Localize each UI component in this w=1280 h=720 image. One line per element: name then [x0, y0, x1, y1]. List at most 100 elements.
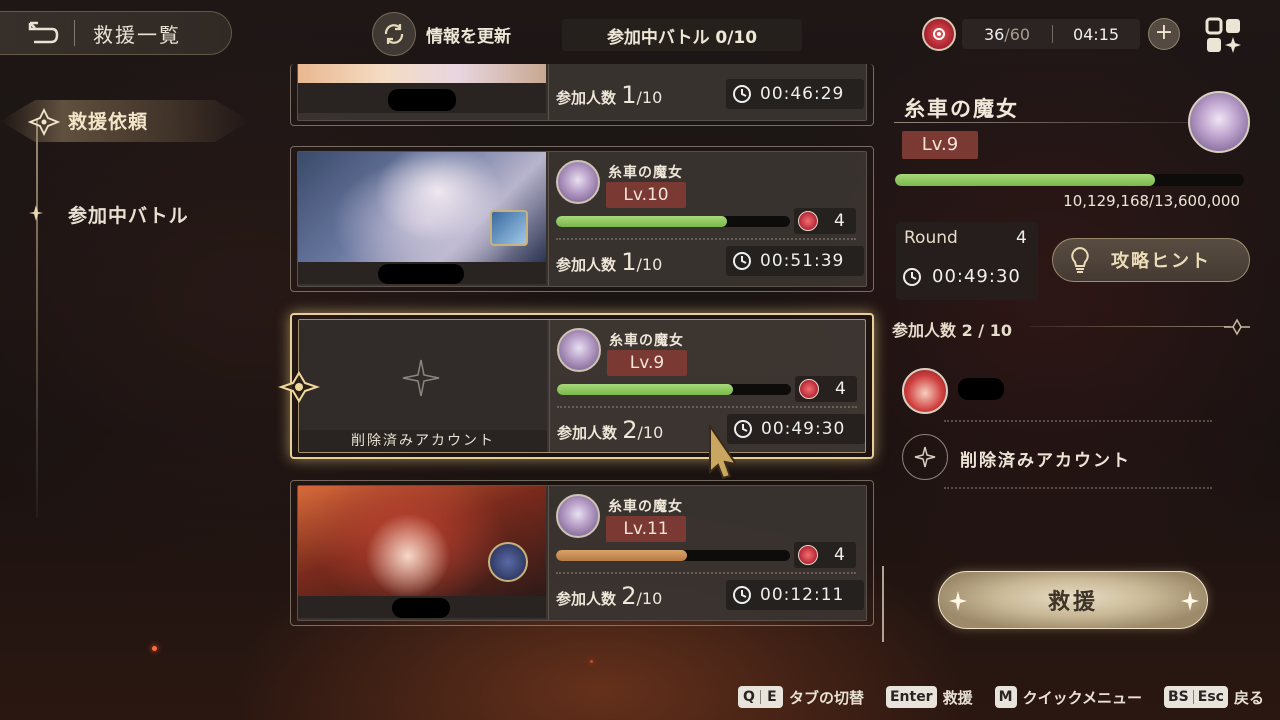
level-badge: Lv.11 [606, 516, 686, 542]
owner-name: 削除済みアカウント [299, 430, 547, 452]
detail-hp-bar-fill [895, 174, 1155, 186]
level-badge: Lv.9 [607, 350, 687, 376]
boss-avatar [557, 328, 601, 372]
hp-bar-fill [556, 550, 688, 561]
list-scrollbar[interactable] [882, 566, 884, 642]
redacted-name [392, 598, 450, 618]
hint-switch-tab: QE タブの切替 [737, 686, 864, 708]
key-q: Q [743, 689, 755, 705]
active-ornament-icon [28, 108, 60, 136]
participant-name: 削除済みアカウント [960, 451, 1131, 471]
stamina-value: 36/60 [983, 24, 1031, 44]
ember-particle [590, 660, 593, 663]
clock-icon [733, 252, 751, 270]
battle-timer: 00:46:29 [726, 79, 864, 109]
divider [894, 122, 1194, 123]
nav-rail [36, 118, 38, 518]
detail-boss-name: 糸車の魔女 [904, 97, 1019, 121]
round-counter: 4 [794, 542, 856, 568]
round-value: 4 [1016, 228, 1027, 248]
refresh-label[interactable]: 情報を更新 [426, 22, 511, 47]
refresh-button[interactable] [372, 12, 416, 56]
lightbulb-icon [1071, 246, 1089, 273]
cursor-icon [709, 424, 739, 480]
sparkle-icon [949, 591, 967, 611]
deleted-account-avatar[interactable] [902, 434, 948, 480]
participant-avatar[interactable] [902, 368, 948, 414]
battle-card[interactable]: 糸車の魔女 Lv.10 4 参加人数 1/10 00:51:39 [290, 146, 874, 292]
sidebar-item-active-battles[interactable]: 参加中バトル [68, 201, 189, 228]
quick-menu-grid-icon[interactable] [1204, 16, 1244, 56]
level-badge: Lv.10 [606, 182, 686, 208]
refresh-control[interactable]: 情報を更新 [372, 12, 511, 56]
participants-count: 参加人数 1/10 [556, 81, 663, 109]
participants-count: 参加人数 2/10 [556, 582, 663, 610]
hp-bar [557, 384, 791, 395]
hp-bar [556, 216, 790, 227]
boss-name: 糸車の魔女 [608, 165, 683, 181]
round-icon [798, 545, 818, 565]
empty-portrait [299, 320, 547, 430]
element-badge-icon [490, 210, 528, 246]
boss-name: 糸車の魔女 [609, 333, 684, 349]
round-counter: 4 [794, 208, 856, 234]
raid-portrait [298, 64, 546, 83]
raid-portrait [298, 152, 546, 262]
divider [556, 238, 856, 240]
detail-boss-avatar [1188, 91, 1250, 153]
battle-timer: 00:12:11 [726, 580, 864, 610]
divider [549, 320, 550, 452]
battle-card[interactable]: 参加人数 1/10 00:46:29 [290, 64, 874, 126]
hint-label: 戻る [1233, 688, 1264, 707]
hint-back: BS Esc 戻る [1164, 686, 1264, 708]
back-button[interactable]: 救援一覧 [0, 11, 232, 55]
boss-avatar [556, 160, 600, 204]
divider [556, 572, 856, 574]
key-hints: QE タブの切替 Enter 救援 M クイックメニュー BS Esc 戻る [716, 686, 1264, 708]
divider [944, 420, 1212, 422]
divider [548, 486, 549, 620]
ember-particle [152, 646, 157, 651]
sparkle-icon [914, 446, 936, 468]
active-battles-counter: 参加中バトル 0/10 [562, 19, 802, 51]
detail-timer: 00:49:30 [902, 266, 1021, 287]
participants-count: 参加人数 2/10 [557, 416, 664, 444]
hp-bar [556, 550, 790, 561]
key-e: E [767, 689, 777, 705]
key-esc: Esc [1197, 689, 1224, 705]
hint-label: クイックメニュー [1022, 688, 1143, 707]
redacted-name [388, 89, 456, 111]
raid-portrait [298, 486, 546, 596]
divider [548, 152, 549, 286]
stamina-bar: 36/60 04:15 [962, 19, 1140, 49]
sidebar-item-rescue-requests[interactable]: 救援依頼 [68, 107, 148, 134]
participants-count: 参加人数 1/10 [556, 248, 663, 276]
key-enter: Enter [885, 686, 937, 708]
hint-label: タブの切替 [788, 688, 864, 707]
page-title: 救援一覧 [93, 22, 181, 47]
key-bs: BS [1168, 689, 1189, 705]
boss-name: 糸車の魔女 [608, 499, 683, 515]
key-m: M [994, 686, 1017, 708]
clock-icon [903, 267, 921, 286]
hint-rescue: Enter 救援 [885, 686, 973, 708]
detail-hp-bar [895, 174, 1244, 186]
refresh-icon [384, 24, 404, 44]
sparkle-icon [29, 205, 43, 221]
sparkle-icon [1181, 591, 1199, 611]
battle-card[interactable]: 糸車の魔女 Lv.11 4 参加人数 2/10 00:12:11 [290, 480, 874, 626]
add-stamina-button[interactable]: + [1148, 18, 1180, 50]
stamina-icon [922, 17, 956, 51]
hint-quick-menu: M クイックメニュー [994, 686, 1143, 708]
redacted-name [958, 378, 1004, 400]
strategy-hint-button[interactable]: 攻略ヒント [1052, 238, 1250, 282]
participants-header: 参加人数 2 / 10 [892, 321, 1012, 340]
clock-icon [733, 586, 751, 604]
hp-bar-fill [556, 216, 727, 227]
round-label: Round [904, 228, 958, 248]
rescue-button[interactable]: 救援 [938, 571, 1208, 629]
element-badge-icon [488, 542, 528, 582]
battle-timer: 00:51:39 [726, 246, 864, 276]
battle-card-selected[interactable]: 削除済みアカウント 糸車の魔女 Lv.9 4 参加人数 2/10 00:49:3… [290, 313, 874, 459]
stamina-timer: 04:15 [1072, 24, 1120, 44]
